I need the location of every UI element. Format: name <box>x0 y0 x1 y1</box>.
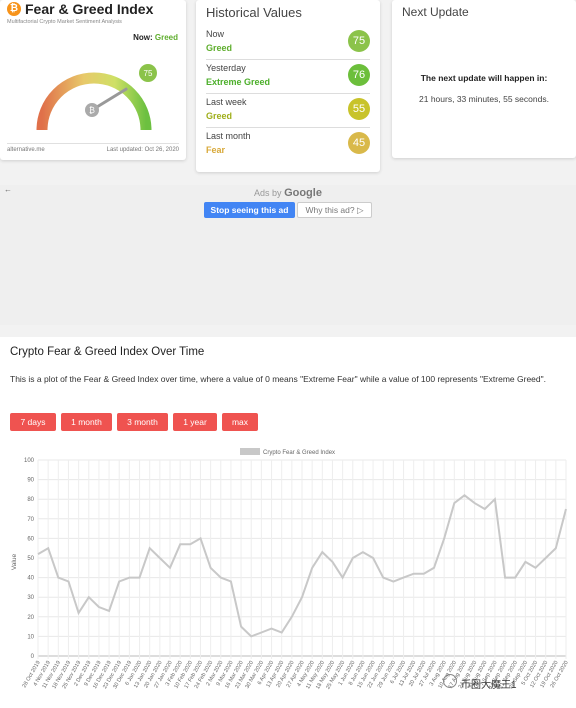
next-update-message: The next update will happen in: <box>420 73 548 83</box>
history-row-last-month: Last month Fear 45 <box>206 129 370 162</box>
y-tick-label: 80 <box>27 497 34 503</box>
legend-label: Crypto Fear & Greed Index <box>263 450 335 456</box>
range-button-1-year[interactable]: 1 year <box>173 413 217 431</box>
history-row-value-badge: 76 <box>348 64 370 86</box>
y-tick-label: 40 <box>27 576 34 582</box>
fear-greed-title: Fear & Greed Index <box>25 1 154 17</box>
historical-values-card: Historical Values Now Greed 75 Yesterday… <box>196 0 380 172</box>
section-description: This is a plot of the Fear & Greed Index… <box>10 374 547 384</box>
history-row-value-badge: 75 <box>348 30 370 52</box>
fear-greed-card: ₿ Fear & Greed Index Multifactorial Cryp… <box>0 0 186 160</box>
history-row-classification: Fear <box>206 145 226 155</box>
range-button-7-days[interactable]: 7 days <box>10 413 56 431</box>
history-row-label: Now <box>206 29 225 39</box>
history-row-yesterday: Yesterday Extreme Greed 76 <box>206 61 370 94</box>
history-row-label: Yesterday <box>206 63 246 73</box>
source-label: alternative.me <box>7 147 45 153</box>
history-row-value-badge: 45 <box>348 132 370 154</box>
gauge-hub-bitcoin-icon: ₿ <box>89 106 95 115</box>
index-over-time-section: Crypto Fear & Greed Index Over Time This… <box>0 337 576 708</box>
next-update-countdown: 21 hours, 33 minutes, 55 seconds. <box>419 94 549 104</box>
why-this-ad-button[interactable]: Why this ad? ▷ <box>297 202 372 218</box>
history-row-value-badge: 55 <box>348 98 370 120</box>
gauge-value: 75 <box>144 69 153 78</box>
historical-title: Historical Values <box>206 5 302 20</box>
y-tick-label: 70 <box>27 517 34 523</box>
range-button-1-month[interactable]: 1 month <box>61 413 112 431</box>
ad-area: ← Ads by Google Stop seeing this ad Why … <box>0 185 576 325</box>
history-row-last-week: Last week Greed 55 <box>206 95 370 128</box>
history-row-label: Last week <box>206 97 247 107</box>
google-brand: Google <box>284 187 322 199</box>
y-axis-label: Value <box>11 554 18 571</box>
divider <box>7 143 179 144</box>
y-tick-label: 30 <box>27 595 34 601</box>
fear-greed-subtitle: Multifactorial Crypto Market Sentiment A… <box>7 19 122 25</box>
y-tick-label: 90 <box>27 478 34 484</box>
range-button-3-month[interactable]: 3 month <box>117 413 168 431</box>
sentiment-gauge: ₿ 75 <box>36 64 157 131</box>
last-updated-label: Last updated: Oct 26, 2020 <box>106 147 179 153</box>
range-button-max[interactable]: max <box>222 413 258 431</box>
bitcoin-logo-icon: ₿ <box>7 2 21 16</box>
y-tick-label: 60 <box>27 536 34 542</box>
y-tick-label: 20 <box>27 615 34 621</box>
stop-seeing-ad-button[interactable]: Stop seeing this ad <box>204 202 295 218</box>
section-title: Crypto Fear & Greed Index Over Time <box>10 346 205 358</box>
history-row-now: Now Greed 75 <box>206 27 370 60</box>
history-row-classification: Extreme Greed <box>206 77 271 87</box>
now-label: Now: <box>133 33 153 42</box>
history-row-classification: Greed <box>206 111 233 121</box>
y-tick-label: 50 <box>27 556 34 562</box>
watermark: 币圈大魔王1 <box>461 680 517 691</box>
history-row-classification: Greed <box>206 43 233 53</box>
now-value: Greed <box>154 33 178 42</box>
y-tick-label: 100 <box>24 458 35 464</box>
y-tick-label: 0 <box>31 654 35 660</box>
history-row-label: Last month <box>206 131 251 141</box>
next-update-title: Next Update <box>402 5 469 19</box>
next-update-card: Next Update The next update will happen … <box>392 0 576 158</box>
ads-by-google: Ads by Google <box>0 187 576 199</box>
legend-swatch <box>240 448 260 455</box>
wechat-icon <box>443 674 457 688</box>
fear-greed-chart: 0102030405060708090100 28 Oct 20194 Nov … <box>11 448 570 691</box>
ads-by-label: Ads by <box>254 188 282 198</box>
y-tick-label: 10 <box>27 634 34 640</box>
fear-greed-now: Now: Greed <box>133 33 178 42</box>
